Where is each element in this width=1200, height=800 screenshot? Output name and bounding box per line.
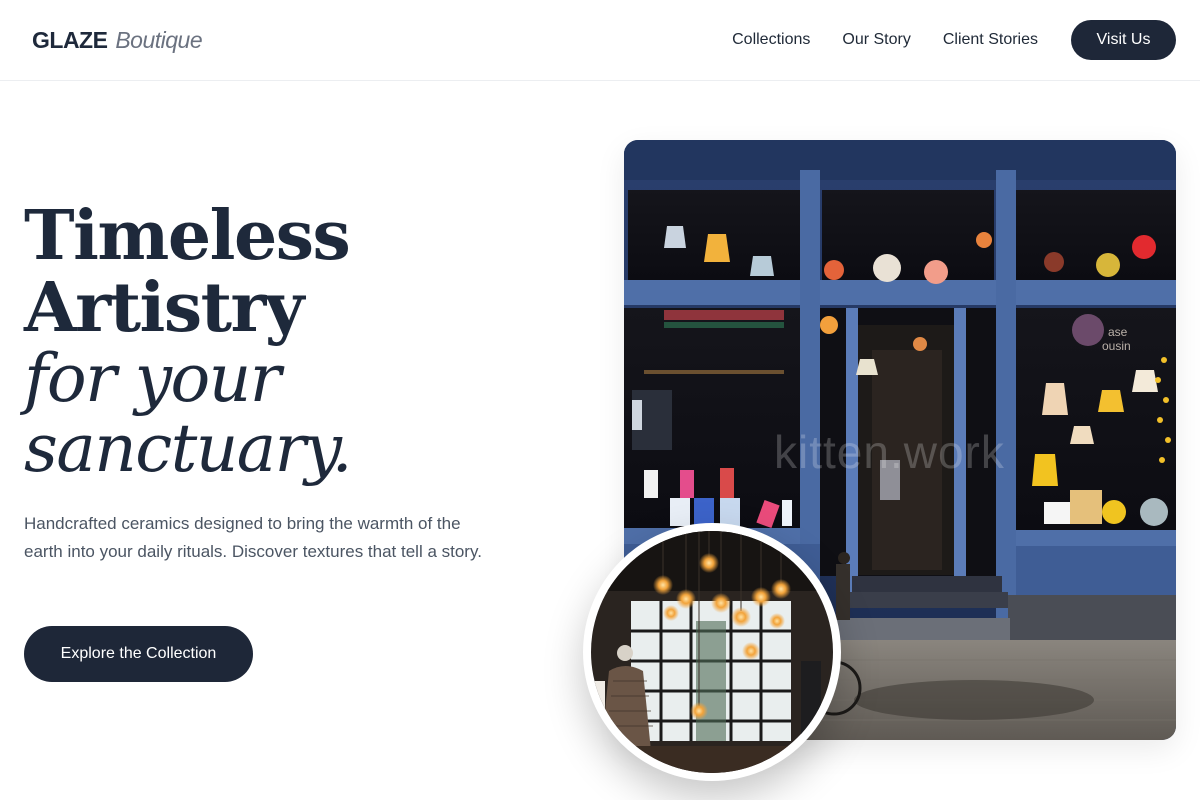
interior-image-frame [583,523,841,781]
svg-text:ousin: ousin [1102,339,1131,353]
logo[interactable]: GLAZE Boutique [32,24,203,56]
main-nav: Collections Our Story Client Stories [732,29,1038,51]
hero-title-line-2: Artistry [24,268,304,348]
logo-main: GLAZE [32,27,108,53]
site-header: GLAZE Boutique Collections Our Story Cli… [0,0,1200,81]
explore-collection-button[interactable]: Explore the Collection [24,626,253,682]
hero-description: Handcrafted ceramics designed to bring t… [24,514,482,561]
hero-title: Timeless Artistry for your sanctuary. [24,200,484,484]
interior-illustration [591,531,833,773]
svg-text:ase: ase [1108,325,1128,339]
hero-title-line-3: for your [24,340,281,417]
hero-title-line-1: Timeless [24,196,351,276]
nav-our-story[interactable]: Our Story [842,29,910,51]
nav-collections[interactable]: Collections [732,29,810,51]
interior-image [591,531,833,773]
nav-client-stories[interactable]: Client Stories [943,29,1038,51]
logo-sub: Boutique [115,27,203,53]
visit-us-button[interactable]: Visit Us [1071,20,1176,60]
hero-title-line-4: sanctuary. [24,410,353,487]
